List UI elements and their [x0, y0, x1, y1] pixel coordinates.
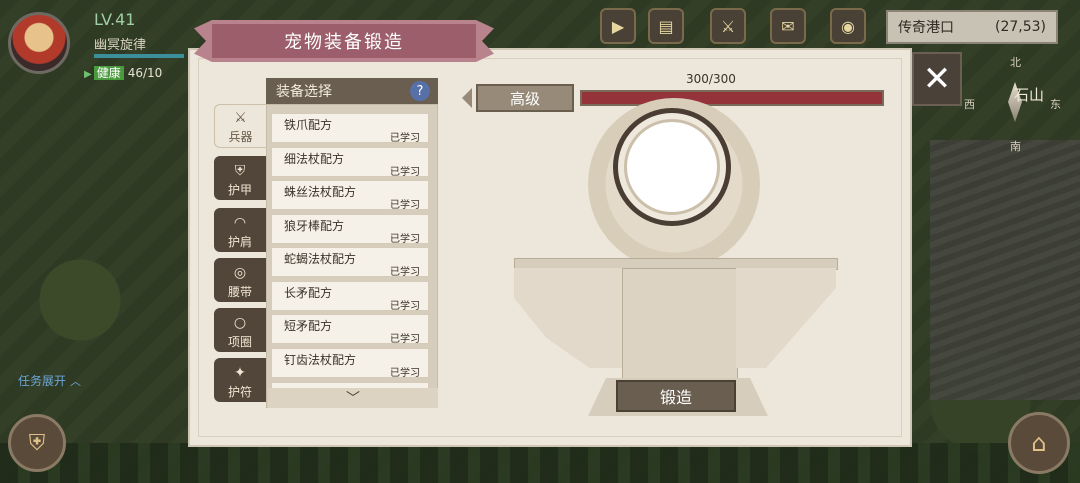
scroll-icon[interactable]: ✉ [770, 8, 806, 44]
recipe-status: 已学习 [390, 167, 420, 178]
compass-east: 东 [1050, 98, 1061, 111]
recipe-item[interactable]: 铁爪配方 已学习 [271, 113, 429, 144]
grade-label: 高级 [462, 84, 574, 112]
recipe-status: 已学习 [390, 267, 420, 278]
help-icon[interactable]: ? [410, 81, 430, 101]
recipe-list-header: 装备选择 ? [266, 78, 438, 104]
shoulder-icon: ◠ [233, 215, 247, 231]
compass-place-label: 石山 [1014, 86, 1045, 104]
player-hp: ▶ 健康 46/10 [84, 64, 162, 81]
tab-armor[interactable]: ⛨ 护甲 [214, 156, 266, 200]
tab-charm[interactable]: ✦ 护符 [214, 358, 266, 402]
recipe-name: 短矛配方 [284, 319, 333, 333]
tab-label: 护符 [227, 385, 252, 399]
task-expand-toggle[interactable]: 任务展开 ︿ [18, 372, 81, 389]
forge-item-slot[interactable] [624, 119, 720, 215]
compass: 北 西 东 南 石山 [958, 52, 1078, 162]
tab-label: 护甲 [227, 183, 252, 197]
recipe-name: 铁爪配方 [284, 118, 333, 132]
recipe-status: 已学习 [390, 234, 420, 245]
recipe-name: 蛛丝法杖配方 [284, 185, 357, 199]
progress-bar [580, 90, 884, 106]
location-box[interactable]: 传奇港口 (27,53) [886, 10, 1058, 44]
recipe-status: 已学习 [390, 133, 420, 144]
player-level: LV.41 [94, 10, 136, 29]
tab-label: 腰带 [227, 285, 252, 299]
panel-title: 宠物装备锻造 [284, 32, 404, 53]
task-expand-label: 任务展开 [18, 374, 67, 388]
armor-icon: ⛨ [234, 163, 246, 179]
recipe-name: 长矛配方 [284, 286, 333, 300]
progress-fill [582, 92, 882, 104]
forge-button-label: 锻造 [659, 388, 692, 407]
compass-west: 西 [964, 98, 975, 111]
player-name: 幽冥旋律 [94, 38, 147, 53]
recipe-name: 狼牙棒配方 [284, 219, 345, 233]
tab-belt[interactable]: ◎ 腰带 [214, 258, 266, 302]
sword-icon: ⚔ [234, 110, 247, 126]
recipe-list-title: 装备选择 [276, 84, 332, 100]
recipe-item[interactable]: 蛇蝎法杖配方 已学习 [271, 247, 429, 278]
hp-value: 46/10 [127, 66, 163, 80]
play-menu-icon[interactable]: ▶ [600, 8, 636, 44]
recipe-item[interactable]: 细法杖配方 已学习 [271, 147, 429, 178]
chevron-up-icon: ︿ [70, 375, 82, 388]
grade-text: 高级 [509, 89, 540, 108]
treasure-icon[interactable]: ◉ [830, 8, 866, 44]
forge-button[interactable]: 锻造 [616, 380, 736, 412]
compass-north: 北 [1010, 56, 1021, 69]
map-road [930, 140, 1080, 400]
recipe-name: 蛇蝎法杖配方 [284, 252, 357, 266]
map-trees [0, 443, 1080, 483]
player-avatar[interactable] [8, 12, 70, 74]
battle-icon[interactable]: ⚔ [710, 8, 746, 44]
tab-collar[interactable]: ○ 项圈 [214, 308, 266, 352]
book-icon[interactable]: ▤ [648, 8, 684, 44]
progress-text: 300/300 [686, 72, 736, 86]
recipe-status: 已学习 [390, 368, 420, 379]
player-exp-bar [94, 54, 184, 58]
shield-menu-button[interactable]: ⛨ [8, 414, 66, 472]
house-menu-button[interactable]: ⌂ [1008, 412, 1070, 474]
panel-title-banner: 宠物装备锻造 [194, 20, 494, 62]
recipe-item[interactable]: 蛛丝法杖配方 已学习 [271, 180, 429, 211]
play-icon: ▶ [84, 69, 92, 80]
compass-south: 南 [1010, 140, 1021, 153]
recipe-status: 已学习 [390, 334, 420, 345]
hp-status-tag: 健康 [93, 66, 124, 80]
location-coords: (27,53) [994, 19, 1046, 35]
tab-label: 护肩 [227, 235, 252, 249]
recipe-status: 已学习 [390, 301, 420, 312]
recipe-status: 已学习 [390, 200, 420, 211]
tab-label: 项圈 [227, 335, 252, 349]
recipe-item[interactable]: 长矛配方 已学习 [271, 281, 429, 312]
collar-icon: ○ [233, 315, 247, 331]
recipe-item[interactable]: 短矛配方 已学习 [271, 314, 429, 345]
belt-icon: ◎ [233, 265, 247, 281]
close-icon: ✕ [922, 59, 952, 99]
tab-weapon[interactable]: ⚔ 兵器 [214, 104, 266, 148]
tab-label: 兵器 [228, 130, 253, 144]
tab-shoulder[interactable]: ◠ 护肩 [214, 208, 266, 252]
location-name: 传奇港口 [898, 20, 954, 36]
list-scroll-down[interactable]: ﹀ [268, 388, 438, 408]
recipe-item[interactable]: 钉齿法杖配方 已学习 [271, 348, 429, 379]
chevron-down-icon: ﹀ [346, 391, 360, 407]
close-button[interactable]: ✕ [912, 52, 962, 106]
charm-icon: ✦ [234, 365, 246, 381]
recipe-item[interactable]: 狼牙棒配方 已学习 [271, 214, 429, 245]
recipe-list[interactable]: 铁爪配方 已学习 细法杖配方 已学习 蛛丝法杖配方 已学习 狼牙棒配方 已学习 … [266, 104, 438, 408]
recipe-name: 细法杖配方 [284, 152, 345, 166]
recipe-name: 钉齿法杖配方 [284, 353, 357, 367]
